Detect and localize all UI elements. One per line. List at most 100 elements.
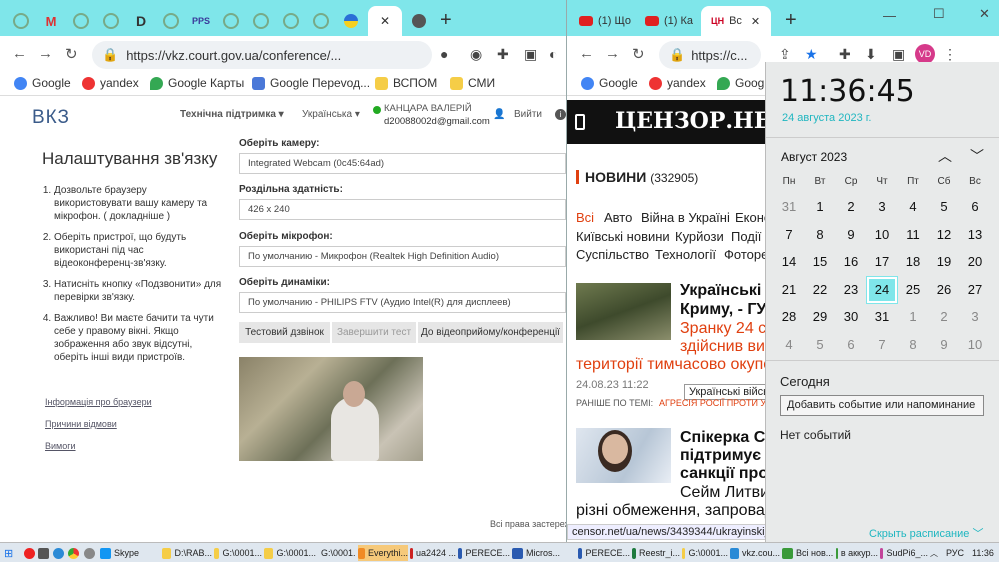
taskbar-item[interactable]: PERECE... — [578, 545, 630, 561]
day-cell[interactable]: 3 — [960, 304, 990, 330]
day-cell[interactable]: 10 — [960, 332, 990, 358]
tab-3[interactable] — [66, 6, 96, 36]
taskbar-item[interactable]: Всі нов... — [782, 545, 834, 561]
new-tab-button[interactable]: + — [440, 9, 452, 32]
language-indicator[interactable]: РУС — [946, 545, 964, 561]
logout-link[interactable]: Вийти — [514, 109, 542, 120]
tab-8[interactable] — [216, 6, 246, 36]
chrome-icon[interactable] — [68, 545, 79, 561]
day-cell[interactable]: 31 — [867, 304, 897, 330]
bookmark-yandex[interactable]: yandex — [649, 76, 706, 90]
tab-active[interactable]: ✕ — [368, 6, 402, 36]
phone-icon[interactable] — [575, 114, 585, 130]
article-2-title-line-3[interactable]: санкції прот — [680, 465, 776, 483]
day-cell[interactable]: 2 — [929, 304, 959, 330]
day-cell[interactable]: 7 — [867, 332, 897, 358]
address-bar[interactable]: 🔒 https://c... — [659, 41, 761, 69]
day-cell[interactable]: 16 — [836, 249, 866, 275]
language-menu[interactable]: Українська ▾ — [302, 109, 360, 120]
day-cell[interactable]: 26 — [929, 277, 959, 303]
tab-youtube-2[interactable]: (1) Ка — [635, 6, 693, 36]
article-2-title-line-1[interactable]: Спікерка Се — [680, 429, 774, 447]
day-cell[interactable]: 30 — [836, 304, 866, 330]
day-cell[interactable]: 25 — [898, 277, 928, 303]
category-events[interactable]: Події — [731, 229, 761, 244]
mic-select[interactable]: По умолчанию - Микрофон (Realtek High De… — [239, 246, 566, 267]
end-test-button[interactable]: Завершити тест — [332, 322, 416, 343]
censor-logo[interactable]: ЦЕНЗОР.НЕТ — [615, 108, 787, 134]
category-society[interactable]: Суспільство — [576, 247, 649, 262]
bookmark-translate[interactable]: Google Переvод... — [252, 76, 370, 90]
edge-icon[interactable] — [53, 545, 64, 561]
day-cell[interactable]: 12 — [929, 222, 959, 248]
day-cell[interactable]: 27 — [960, 277, 990, 303]
day-cell[interactable]: 9 — [929, 332, 959, 358]
tab-1[interactable] — [6, 6, 36, 36]
taskbar-item[interactable]: G:\0001... — [318, 545, 356, 561]
bookmark-folder-vspom[interactable]: ВСПОМ — [375, 76, 437, 90]
day-cell[interactable]: 14 — [774, 249, 804, 275]
window-close-icon[interactable]: ✕ — [979, 6, 990, 22]
download-icon[interactable]: ⬇ — [865, 46, 877, 63]
puzzle-icon[interactable]: ✚ — [839, 46, 851, 63]
tab-14[interactable] — [404, 6, 434, 36]
category-curious[interactable]: Курйози — [675, 229, 724, 244]
day-cell[interactable]: 13 — [960, 222, 990, 248]
article-2-photo[interactable] — [576, 428, 671, 483]
bookmark-maps[interactable]: Google Карты — [150, 76, 244, 90]
article-1-title-line-2[interactable]: Криму, - ГУР — [680, 301, 777, 319]
day-cell[interactable]: 2 — [836, 194, 866, 220]
menu-icon[interactable]: ⋮ — [943, 46, 957, 63]
day-cell[interactable]: 20 — [960, 249, 990, 275]
reload-icon[interactable]: ↻ — [65, 45, 78, 63]
tab-4[interactable] — [96, 6, 126, 36]
extension-icon[interactable]: ● — [440, 46, 448, 62]
day-cell[interactable]: 18 — [898, 249, 928, 275]
join-conference-button[interactable]: До відеоприйому/конференції — [418, 322, 563, 343]
day-cell-today[interactable]: 24 — [866, 275, 898, 304]
back-icon[interactable]: ← — [12, 45, 27, 62]
tab-gmail[interactable]: M — [36, 6, 66, 36]
day-cell[interactable]: 15 — [805, 249, 835, 275]
hide-schedule-link[interactable]: Скрыть расписание ﹀ — [869, 525, 983, 541]
category-all[interactable]: Всі — [576, 210, 594, 225]
maximize-icon[interactable]: ☐ — [933, 6, 945, 22]
tab-12[interactable] — [336, 6, 366, 36]
profile-icon[interactable]: ◐ — [549, 46, 557, 62]
add-event-input[interactable]: Добавить событие или напоминание — [780, 395, 984, 416]
back-icon[interactable]: ← — [579, 45, 594, 62]
tab-10[interactable] — [276, 6, 306, 36]
taskbar-item[interactable]: в аккур... — [836, 545, 878, 561]
category-auto[interactable]: Авто — [604, 210, 632, 225]
day-cell[interactable]: 11 — [898, 222, 928, 248]
close-icon[interactable]: ✕ — [751, 15, 760, 28]
day-cell[interactable]: 6 — [836, 332, 866, 358]
taskbar-item[interactable]: D:\RAB... — [162, 545, 212, 561]
taskbar-item[interactable]: Micros... — [512, 545, 562, 561]
taskbar-item[interactable]: Everythi... — [358, 545, 408, 561]
app-icon[interactable] — [38, 545, 49, 561]
category-tech[interactable]: Технології — [655, 247, 716, 262]
share-icon[interactable]: ⇪ — [779, 46, 791, 63]
day-cell[interactable]: 5 — [929, 194, 959, 220]
star-icon[interactable]: ★ — [805, 46, 818, 63]
address-bar[interactable]: 🔒 https://vkz.court.gov.ua/conference/..… — [92, 41, 432, 69]
category-war[interactable]: Війна в Україні — [641, 210, 730, 225]
sidebar-icon[interactable]: ▣ — [524, 46, 537, 63]
taskbar-item[interactable]: Skype — [100, 545, 158, 561]
tab-censor[interactable]: ЦН Вс ✕ — [701, 6, 771, 36]
day-cell[interactable]: 23 — [836, 277, 866, 303]
next-month-icon[interactable]: ﹀ — [970, 146, 984, 166]
tab-11[interactable] — [306, 6, 336, 36]
bookmark-yandex[interactable]: yandex — [82, 76, 139, 90]
day-cell[interactable]: 1 — [805, 194, 835, 220]
category-photo[interactable]: Фоторе — [724, 247, 768, 262]
day-cell[interactable]: 4 — [898, 194, 928, 220]
category-kyiv[interactable]: Київські новини — [576, 229, 670, 244]
day-cell[interactable]: 4 — [774, 332, 804, 358]
sidebar-icon[interactable]: ▣ — [892, 46, 905, 63]
day-cell[interactable]: 8 — [805, 222, 835, 248]
tab-5[interactable]: D — [126, 6, 156, 36]
clock-date[interactable]: 24 августа 2023 г. — [782, 112, 871, 124]
speaker-select[interactable]: По умолчанию - PHILIPS FTV (Аудио Intel(… — [239, 292, 566, 313]
